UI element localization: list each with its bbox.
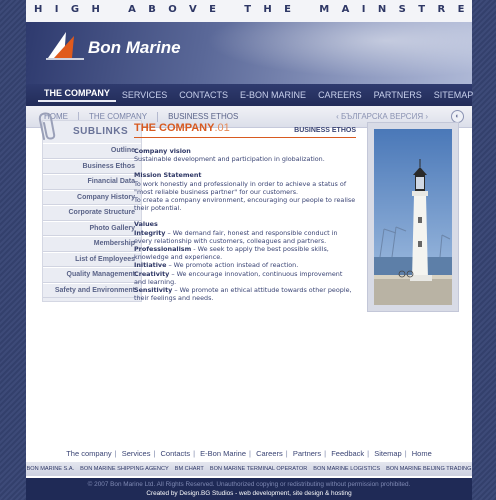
sidebar-item-photo-gallery[interactable]: Photo Gallery: [43, 220, 141, 236]
footer-link-home[interactable]: Home: [412, 449, 432, 458]
main-content: THE COMPANY.01 BUSINESS ETHOS Company vi…: [134, 122, 356, 302]
nav-sitemap[interactable]: SITEMAP: [428, 90, 480, 100]
value-name: Professionalism: [134, 245, 192, 254]
footer-divider: |: [114, 449, 117, 458]
nav-e-bon-marine[interactable]: E-BON MARINE: [234, 90, 312, 100]
sidebar-item-quality-management[interactable]: Quality Management: [43, 267, 141, 283]
footer-divider: |: [404, 449, 407, 458]
value-name: Creativity: [134, 269, 170, 278]
partner-link-shipping-agency[interactable]: BON MARINE SHIPPING AGENCY: [77, 466, 172, 472]
footer-link-partners[interactable]: Partners: [293, 449, 321, 458]
page-subtitle: BUSINESS ETHOS: [294, 127, 356, 134]
footer-link-feedback[interactable]: Feedback: [331, 449, 364, 458]
sidebar-item-company-history[interactable]: Company History: [43, 189, 141, 205]
value-text: – We promote action instead of reaction.: [166, 261, 299, 270]
nav-the-company[interactable]: THE COMPANY: [38, 88, 116, 102]
tagline: HIGH ABOVE THE MAINSTREAM: [26, 0, 472, 22]
value-item: Integrity – We demand fair, honest and r…: [134, 229, 356, 245]
values-heading: Values: [134, 220, 158, 229]
nav-partners[interactable]: PARTNERS: [368, 90, 428, 100]
copyright-text: © 2007 Bon Marine Ltd. All Rights Reserv…: [87, 481, 411, 488]
lighthouse-image: [374, 129, 452, 305]
footer-link-the-company[interactable]: The company: [66, 449, 111, 458]
breadcrumb-current: BUSINESS ETHOS: [168, 112, 239, 121]
page-frame: HIGH ABOVE THE MAINSTREAM Bon Marine THE…: [26, 0, 473, 500]
footer-bottom: © 2007 Bon Marine Ltd. All Rights Reserv…: [26, 478, 472, 500]
partner-links: BON MARINE S.A. BON MARINE SHIPPING AGEN…: [26, 462, 472, 476]
header-banner: Bon Marine: [26, 22, 472, 84]
logo[interactable]: Bon Marine: [44, 28, 204, 68]
sidebar-item-safety-and-environment[interactable]: Safety and Environment: [43, 282, 141, 298]
banner-sky: [176, 22, 472, 84]
value-item: Initiative – We promote action instead o…: [134, 261, 356, 269]
lighthouse-photo: [367, 122, 459, 312]
sidebar-item-corporate-structure[interactable]: Corporate Structure: [43, 205, 141, 221]
logo-text: Bon Marine: [88, 38, 181, 57]
footer-nav: The company | Services | Contacts | E-Bon M…: [26, 449, 472, 461]
value-name: Integrity: [134, 228, 166, 237]
sidebar-item-outline[interactable]: Outline: [43, 143, 141, 159]
sidebar: SUBLINKS Outline Business Ethos Financia…: [42, 120, 142, 302]
value-item: Professionalism - We seek to apply the b…: [134, 245, 356, 261]
nav-careers[interactable]: CAREERS: [312, 90, 368, 100]
page-title-text: THE COMPANY: [134, 122, 215, 134]
mission-heading: Mission Statement: [134, 171, 202, 180]
value-item: Sensitivity – We promote an ethical atti…: [134, 286, 356, 302]
page-heading: THE COMPANY.01 BUSINESS ETHOS: [134, 122, 356, 138]
footer-link-sitemap[interactable]: Sitemap: [374, 449, 402, 458]
mission-text-1: To work honestly and professionally in o…: [134, 179, 347, 196]
sidebar-item-list-of-employees[interactable]: List of Employees: [43, 251, 141, 267]
main-nav: THE COMPANY SERVICES CONTACTS E-BON MARI…: [26, 84, 473, 106]
partner-link-beijing-trading[interactable]: BON MARINE BEIJING TRADING: [383, 466, 474, 472]
footer-link-services[interactable]: Services: [122, 449, 151, 458]
value-name: Sensitivity: [134, 286, 173, 295]
footer-divider: |: [324, 449, 327, 458]
nav-services[interactable]: SERVICES: [116, 90, 173, 100]
partner-link-logistics[interactable]: BON MARINE LOGISTICS: [310, 466, 383, 472]
breadcrumb-divider: [157, 111, 159, 122]
partner-link-bm-chart[interactable]: BM CHART: [172, 466, 207, 472]
partner-link-bon-marine-sa[interactable]: BON MARINE S.A.: [24, 466, 78, 472]
footer-link-e-bon-marine[interactable]: E-Bon Marine: [200, 449, 246, 458]
footer-link-careers[interactable]: Careers: [256, 449, 283, 458]
vision-heading: Company vision: [134, 147, 191, 155]
footer-divider: |: [285, 449, 288, 458]
logo-icon: [46, 32, 84, 60]
footer-divider: |: [193, 449, 196, 458]
vision-text: Sustainable development and participatio…: [134, 155, 325, 164]
footer-divider: |: [367, 449, 370, 458]
nav-contacts[interactable]: CONTACTS: [173, 90, 234, 100]
paperclip-icon: [38, 112, 56, 140]
page-title-number: .01: [214, 122, 230, 134]
value-text: – We demand fair, honest and responsible…: [134, 228, 338, 245]
sidebar-item-business-ethos[interactable]: Business Ethos: [43, 158, 141, 174]
language-switch-link[interactable]: ‹ БЪЛГАРСКА ВЕРСИЯ ›: [336, 112, 428, 121]
sidebar-item-financial-data[interactable]: Financial Data: [43, 174, 141, 190]
footer-divider: |: [153, 449, 156, 458]
value-item: Creativity – We encourage innovation, co…: [134, 270, 356, 286]
credits-link[interactable]: Created by Design.BG Studios - web devel…: [26, 490, 472, 499]
sidebar-item-membership[interactable]: Membership: [43, 236, 141, 252]
partner-link-terminal-operator[interactable]: BON MARINE TERMINAL OPERATOR: [207, 466, 310, 472]
footer-link-contacts[interactable]: Contacts: [161, 449, 191, 458]
footer-divider: |: [249, 449, 251, 458]
mission-text-2: To create a company environment, encoura…: [134, 196, 356, 213]
page-title: THE COMPANY.01: [134, 122, 230, 134]
value-name: Initiative: [134, 261, 167, 270]
